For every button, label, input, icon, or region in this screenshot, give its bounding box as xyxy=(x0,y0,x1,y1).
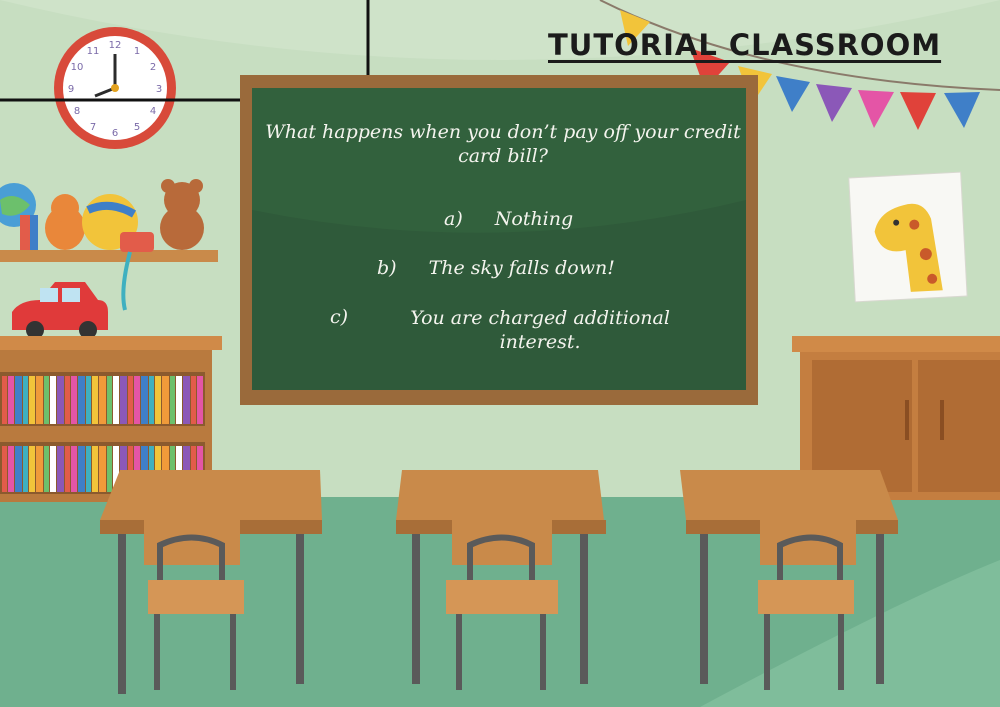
book-spine xyxy=(92,376,98,424)
book-spine xyxy=(57,376,64,424)
book-spine xyxy=(162,376,169,424)
book-spine xyxy=(155,376,161,424)
book-spine xyxy=(50,376,56,424)
book-spine xyxy=(149,376,154,424)
book-spine xyxy=(29,446,35,492)
book-spine xyxy=(57,446,64,492)
giraffe-poster xyxy=(848,171,968,303)
answer-option-c[interactable]: c) You are charged additional interest. xyxy=(330,306,700,354)
book-spine xyxy=(99,376,106,424)
clock-number: 12 xyxy=(109,40,122,51)
book-spine xyxy=(128,376,133,424)
clock-number: 6 xyxy=(112,128,118,139)
clock-number: 4 xyxy=(150,106,156,117)
book-spine xyxy=(176,376,182,424)
option-text: Nothing xyxy=(494,208,574,230)
book-spine xyxy=(113,376,119,424)
clock-number: 9 xyxy=(68,84,74,95)
book-spine xyxy=(78,376,85,424)
book-spine xyxy=(15,446,22,492)
book-spine xyxy=(2,446,7,492)
book-spine xyxy=(197,376,203,424)
book-spine xyxy=(8,446,14,492)
book-spine xyxy=(50,446,56,492)
option-text: You are charged additional interest. xyxy=(410,307,670,353)
book-spine xyxy=(2,376,7,424)
book-spine xyxy=(36,376,43,424)
option-text: The sky falls down! xyxy=(428,257,615,279)
book-spine xyxy=(23,376,28,424)
answer-option-b[interactable]: b) The sky falls down! xyxy=(377,257,615,279)
book-spine xyxy=(36,446,43,492)
book-spine xyxy=(29,376,35,424)
book-spine xyxy=(99,446,106,492)
book-spine xyxy=(15,376,22,424)
option-letter: b) xyxy=(377,257,397,279)
book-spine xyxy=(107,376,112,424)
clock-number: 10 xyxy=(71,62,84,73)
book-spine xyxy=(92,446,98,492)
option-letter: a) xyxy=(444,208,463,230)
clock-number: 3 xyxy=(156,84,162,95)
quiz-question: What happens when you don’t pay off your… xyxy=(265,121,741,167)
book-spine xyxy=(134,376,140,424)
book-spine xyxy=(86,376,91,424)
book-spine xyxy=(23,446,28,492)
book-spine xyxy=(8,376,14,424)
clock-number: 7 xyxy=(90,122,96,133)
book-spine xyxy=(65,446,70,492)
book-spine xyxy=(170,376,175,424)
book-spine xyxy=(107,446,112,492)
book-spine xyxy=(44,376,49,424)
book-spine xyxy=(120,376,127,424)
page-title: TUTORIAL CLASSROOM xyxy=(548,28,942,62)
answer-option-a[interactable]: a) Nothing xyxy=(444,208,573,230)
book-spine xyxy=(183,376,190,424)
clock-number: 1 xyxy=(134,46,140,57)
clock-number: 2 xyxy=(150,62,156,73)
clock-number: 11 xyxy=(87,46,100,57)
option-letter: c) xyxy=(330,306,349,328)
book-spine xyxy=(65,376,70,424)
clock-number: 5 xyxy=(134,122,140,133)
book-spine xyxy=(71,446,77,492)
book-spine xyxy=(191,376,196,424)
book-spine xyxy=(71,376,77,424)
book-spine xyxy=(44,446,49,492)
clock-number: 8 xyxy=(74,106,80,117)
book-spine xyxy=(78,446,85,492)
book-spine xyxy=(141,376,148,424)
clock-icon: 12 1 2 3 4 5 6 7 8 9 10 11 xyxy=(54,27,176,149)
book-spine xyxy=(86,446,91,492)
